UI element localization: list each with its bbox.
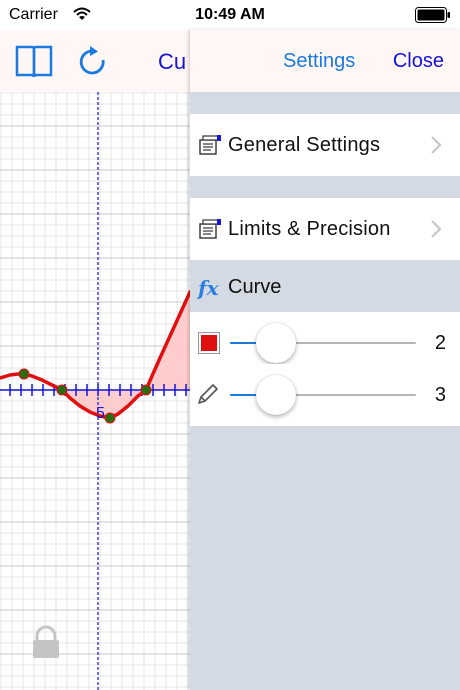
curve-color-value: 2 [434,332,446,354]
curve-width-value: 3 [434,384,446,406]
close-button[interactable]: Close [393,50,444,73]
curve-width-slider[interactable] [230,375,416,415]
curve-point [56,384,68,396]
settings-title: Settings [283,50,356,72]
battery-icon [415,7,450,23]
general-settings-row[interactable]: General Settings [190,114,460,176]
status-time: 10:49 AM [195,6,265,23]
graph-title[interactable]: Cu [158,49,186,75]
general-settings-label: General Settings [228,134,381,156]
curve-section-label: Curve [228,276,282,298]
refresh-icon[interactable] [76,44,110,80]
limits-precision-row[interactable]: Limits & Precision [190,198,460,260]
pencil-icon [198,384,218,404]
curve-section-header: fx Curve [190,260,460,312]
chevron-right-icon [431,220,442,238]
color-swatch[interactable] [198,332,220,354]
status-bar: Carrier 10:49 AM [0,0,460,30]
graph-toolbar: Cu [0,30,190,92]
settings-icon [199,219,221,239]
chevron-right-icon [431,136,442,154]
book-icon[interactable] [14,44,54,80]
curve-width-row: 3 [190,364,460,426]
slider-thumb[interactable] [256,323,297,363]
curve-point [18,368,30,380]
axis-label: 5 [96,405,105,422]
curve-color-slider[interactable] [230,323,416,363]
curve-point [140,384,152,396]
curve-point [104,412,116,424]
settings-panel: Settings Close General Settings Limits &… [190,30,460,690]
settings-header: Settings Close [190,30,460,92]
graph-canvas[interactable]: 5 [0,92,190,690]
slider-thumb[interactable] [256,375,297,415]
fx-icon: fx [198,276,219,300]
limits-precision-label: Limits & Precision [228,218,391,240]
settings-icon [199,135,221,155]
